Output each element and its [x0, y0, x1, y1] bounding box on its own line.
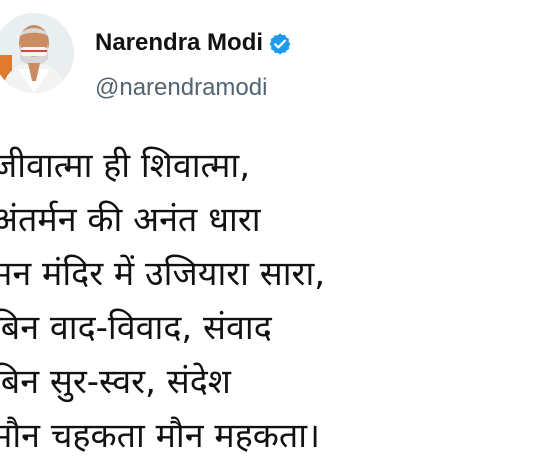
tweet-text-line: बिन वाद-विवाद, संवाद [0, 308, 272, 348]
tweet-text-line: अंतर्मन की अनंत धारा [0, 200, 261, 240]
author-avatar[interactable] [0, 13, 74, 93]
author-name-row: Narendra Modi [95, 28, 292, 58]
tweet-text-line: जीवात्मा ही शिवात्मा, [0, 146, 251, 186]
tweet-text-line: मन मंदिर में उजियारा सारा, [0, 254, 326, 294]
verified-badge-icon [268, 32, 292, 56]
tweet-text: जीवात्मा ही शिवात्मा, अंतर्मन की अनंत धा… [0, 139, 534, 462]
tweet-card: Narendra Modi @narendramodi जीवात्मा ही … [0, 0, 534, 462]
profile-photo-icon [0, 13, 74, 93]
author-display-name[interactable]: Narendra Modi [95, 28, 263, 58]
tweet-text-line: मौन चहकता मौन महकता। [0, 416, 320, 456]
author-handle[interactable]: @narendramodi [95, 73, 267, 103]
tweet-text-line: बिन सुर-स्वर, संदेश [0, 362, 231, 402]
